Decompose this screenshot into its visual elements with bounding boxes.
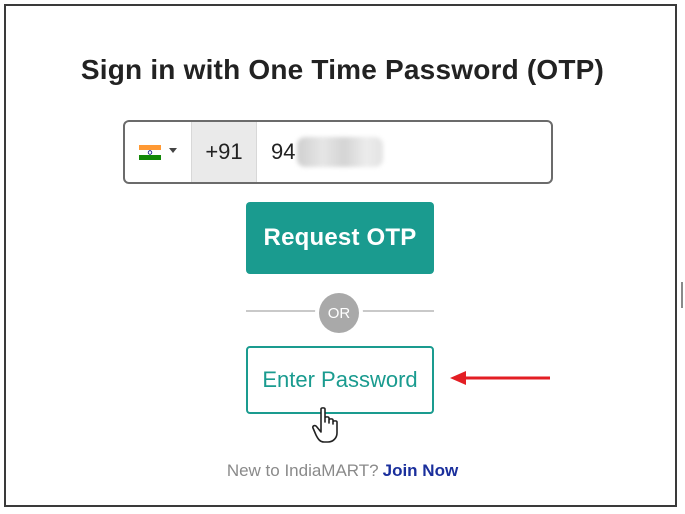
request-otp-button[interactable]: Request OTP (246, 202, 434, 274)
india-flag-icon (139, 144, 161, 160)
mobile-number-value: 94 (271, 139, 296, 164)
or-divider-badge: OR (319, 293, 359, 333)
enter-password-button[interactable]: Enter Password (246, 346, 434, 414)
redacted-digits (297, 137, 384, 167)
signup-prompt-text: New to IndiaMART? (226, 461, 379, 480)
country-selector[interactable] (125, 122, 192, 182)
hand-pointer-icon (312, 407, 338, 443)
edge-artifact (681, 282, 683, 308)
signup-prompt: New to IndiaMART? Join Now (6, 461, 679, 481)
chevron-down-icon (169, 147, 177, 153)
phone-input-group: +91 94 (123, 120, 553, 184)
page-title: Sign in with One Time Password (OTP) (80, 54, 605, 85)
signin-panel: Sign in with One Time Password (OTP) +91… (4, 4, 677, 507)
dial-code: +91 (192, 122, 257, 182)
join-now-link[interactable]: Join Now (383, 461, 459, 480)
annotation-arrow-icon (450, 371, 550, 385)
mobile-number-field[interactable]: 94 (257, 122, 551, 182)
